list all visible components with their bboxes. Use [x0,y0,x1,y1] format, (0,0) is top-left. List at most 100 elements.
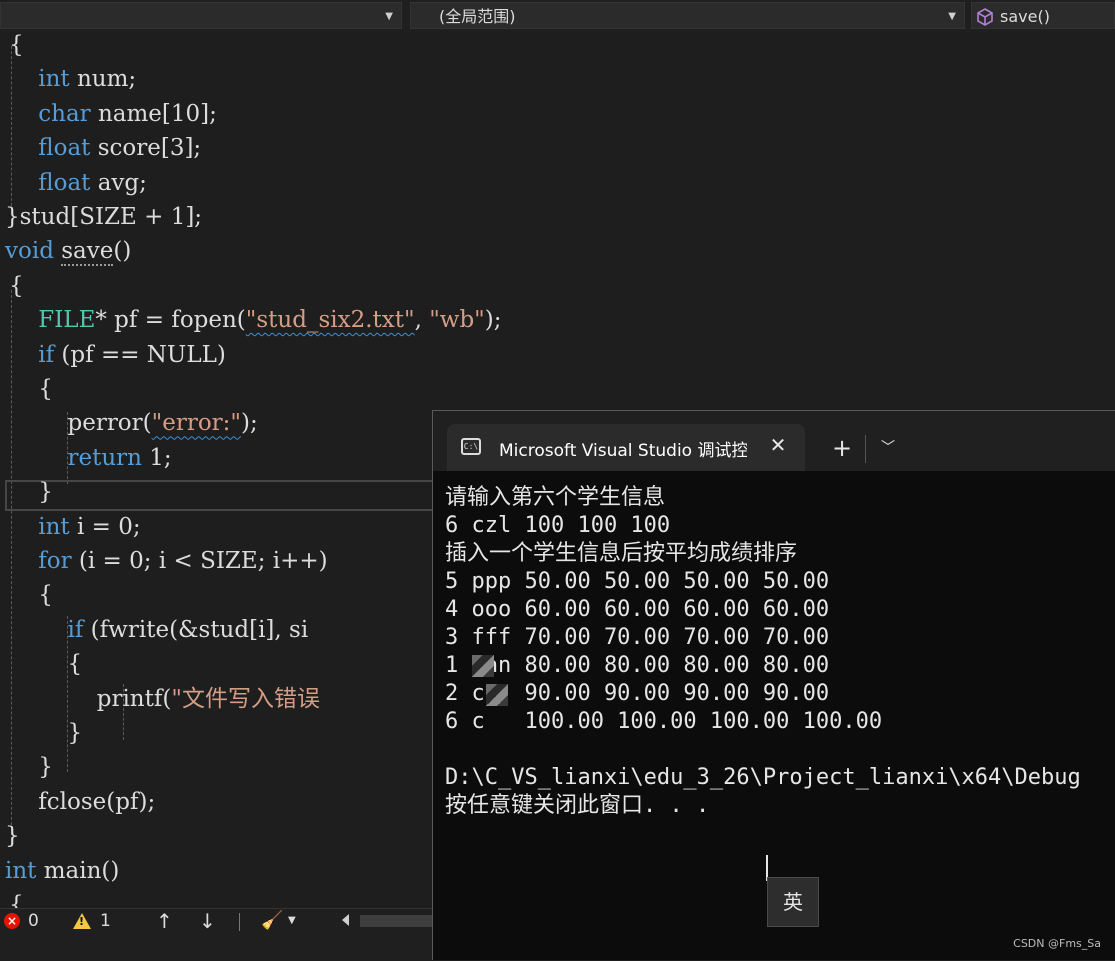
code-token: { [9,892,24,908]
code-line[interactable]: float score[3]; [9,131,201,165]
code-token: } [9,754,53,781]
editor-status-bar: × 0 ! 1 ↑ ↓ 🧹 ▼ [0,908,432,961]
code-token: "文件写入错误 [171,685,320,712]
code-line[interactable]: }stud[SIZE + 1]; [5,200,202,234]
console-line: 6 c 100.00 100.00 100.00 100.00 [445,709,883,734]
debug-console-window[interactable]: C:\ Microsoft Visual Studio 调试控制台 ✕ + ﹀ … [432,410,1115,960]
method-cube-icon [977,8,993,26]
code-line[interactable]: { [9,888,24,908]
code-token: * pf = fopen( [95,307,246,334]
code-line[interactable]: int i = 0; [9,510,141,544]
code-token: float [38,169,91,196]
code-token: if [67,616,84,643]
chevron-down-icon: ▼ [385,11,393,22]
broom-icon[interactable]: 🧹 [261,909,283,933]
code-token: score[3]; [90,135,202,162]
error-icon[interactable]: × [4,913,20,929]
code-token: (pf == NULL) [54,341,226,368]
code-line[interactable]: for (i = 0; i < SIZE; i++) [9,544,328,578]
code-token: ); [484,307,502,334]
code-line[interactable]: int main() [5,854,119,888]
chevron-down-icon[interactable]: ▼ [288,909,296,933]
code-token: if [38,341,55,368]
console-line: 插入一个学生信息后按平均成绩排序 [445,541,798,566]
console-line: 请输入第六个学生信息 [445,485,666,510]
code-token: fclose(pf); [9,788,156,815]
code-line[interactable]: if (fwrite(&stud[i], si [9,613,309,647]
error-count[interactable]: 0 [28,909,39,933]
code-token: "wb" [429,307,485,334]
warning-count[interactable]: 1 [100,909,111,933]
arrow-up-icon[interactable]: ↑ [156,909,173,933]
code-line[interactable]: { [9,372,53,406]
code-token: { [9,272,24,299]
code-line[interactable]: } [9,716,82,750]
console-line: D:\C_VS_lianxi\edu_3_26\Project_lianxi\x… [445,765,1081,790]
console-line: 6 czl 100 100 100 [445,513,671,538]
code-token: for [38,548,72,574]
code-line[interactable]: { [9,269,24,303]
code-token: float [38,135,91,162]
warning-icon[interactable]: ! [73,913,91,929]
code-token: (i = 0; i < SIZE; i++) [71,548,328,574]
code-token: avg; [90,169,147,196]
code-line[interactable]: perror("error:"); [9,406,258,440]
scroll-left-icon[interactable] [342,914,349,926]
chevron-down-icon: ▼ [948,11,956,22]
ime-indicator[interactable]: 英 [767,877,819,927]
code-token: "error:" [151,410,241,437]
code-line[interactable]: } [9,750,53,784]
tab-title: Microsoft Visual Studio 调试控制台 [499,441,747,461]
console-line: 3 fff 70.00 70.00 70.00 70.00 [445,625,830,650]
chevron-down-icon[interactable]: ﹀ [873,433,903,463]
code-token: ); [241,410,258,437]
member-combo[interactable]: save() [971,2,1115,29]
console-line: 4 ooo 60.00 60.00 60.00 60.00 [445,597,830,622]
code-line[interactable]: FILE* pf = fopen("stud_six2.txt", "wb"); [9,303,502,337]
code-line[interactable]: fclose(pf); [9,785,155,819]
scope-combo[interactable]: (全局范围) ▼ [410,2,965,29]
mosaic-redaction [472,655,494,677]
code-token: i = 0; [69,513,141,540]
code-line[interactable]: char name[10]; [9,97,217,131]
code-token: main() [36,857,120,884]
code-token: }stud[SIZE + 1]; [5,204,203,230]
current-line-highlight [5,480,445,511]
project-combo[interactable]: ▼ [0,2,402,29]
code-line[interactable]: { [9,32,24,62]
console-output[interactable]: 请输入第六个学生信息 6 czl 100 100 100 插入一个学生信息后按平均成… [433,471,1115,961]
code-line[interactable]: printf("文件写入错误 [9,682,320,716]
mosaic-redaction [486,684,508,706]
console-line: 1 fan 80.00 80.00 80.00 80.00 [445,653,830,678]
code-line[interactable]: void save() [5,234,131,268]
console-tab[interactable]: C:\ Microsoft Visual Studio 调试控制台 ✕ [447,424,805,471]
code-line[interactable]: } [5,819,20,853]
code-line[interactable]: int num; [9,62,136,96]
plus-icon[interactable]: + [827,433,857,463]
code-line[interactable]: { [9,578,53,612]
code-token: { [9,582,53,609]
code-token: 1; [141,444,172,471]
console-line: 5 ppp 50.00 50.00 50.00 50.00 [445,569,830,594]
code-line[interactable]: return 1; [9,441,172,475]
code-line[interactable]: { [9,647,82,681]
code-token: num; [69,66,137,93]
close-icon[interactable]: ✕ [763,430,793,460]
code-line[interactable]: if (pf == NULL) [9,338,226,372]
arrow-down-icon[interactable]: ↓ [199,909,216,933]
tab-strip: C:\ Microsoft Visual Studio 调试控制台 ✕ + ﹀ [433,411,1115,471]
code-token: void [5,238,54,265]
code-token: int [38,513,70,540]
code-token: () [113,238,132,265]
code-line[interactable]: } [9,475,53,509]
code-token: return [67,444,142,471]
horizontal-scrollbar[interactable] [360,915,432,927]
code-line[interactable]: float avg; [9,166,147,200]
scope-combo-label: (全局范围) [439,7,516,26]
member-combo-label: save() [1000,7,1050,26]
